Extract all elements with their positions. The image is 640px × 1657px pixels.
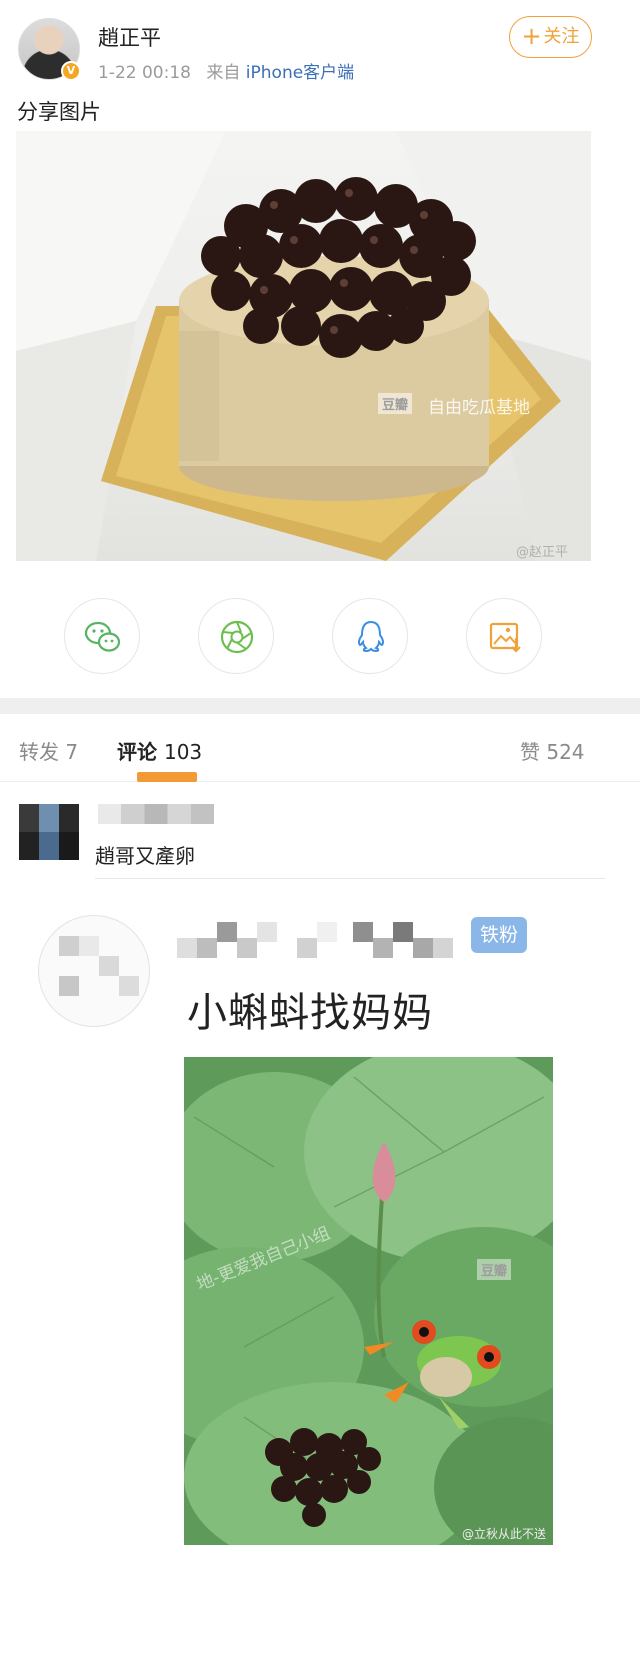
fan-badge: 铁粉: [471, 917, 527, 953]
tab-likes-count: 524: [546, 740, 585, 764]
verified-badge-icon: V: [61, 61, 81, 81]
section-divider: [0, 698, 640, 714]
post-meta: 1-22 00:18 来自 iPhone客户端: [98, 58, 354, 83]
comment-author-blurred[interactable]: [98, 804, 214, 824]
meme-author-blurred: [177, 922, 467, 962]
tab-reposts[interactable]: 转发 7: [19, 736, 78, 765]
tab-likes[interactable]: 赞 524: [520, 736, 585, 765]
share-wechat-button[interactable]: [64, 598, 140, 674]
tab-reposts-label: 转发: [19, 740, 59, 764]
watermark-weibo: @赵正平: [516, 545, 569, 560]
plus-icon: +: [521, 22, 542, 50]
follow-button[interactable]: + 关注: [509, 16, 592, 58]
tab-reposts-count: 7: [65, 740, 79, 764]
interaction-tabs: 转发 7 评论 103 赞 524: [0, 714, 640, 782]
meme-avatar-blurred: [38, 915, 150, 1027]
comment-avatar[interactable]: [19, 804, 79, 860]
meme-image-frog[interactable]: 豆瓣 地-更爱我自己小组 @立秋从此不送范: [184, 1057, 553, 1545]
meme-caption: 小蝌蚪找妈妈: [187, 990, 433, 1036]
watermark-brand: 豆瓣: [378, 393, 413, 414]
save-image-icon: [489, 622, 521, 653]
tab-comments[interactable]: 评论 103: [117, 736, 202, 765]
user-name[interactable]: 趙正平: [98, 22, 161, 52]
cake-photo: [16, 131, 591, 561]
moments-icon: [220, 620, 254, 654]
tab-comments-count: 103: [163, 740, 203, 764]
meme-watermark-brand: 豆瓣: [477, 1259, 512, 1280]
source-prefix: 来自: [206, 63, 241, 83]
post-text: 分享图片: [17, 100, 101, 124]
share-row: [0, 598, 640, 676]
post-header: V 趙正平 1-22 00:18 来自 iPhone客户端 + 关注: [0, 0, 640, 95]
watermark-group: 自由吃瓜基地: [428, 398, 530, 418]
meme-watermark-weibo: @立秋从此不送范: [462, 1527, 547, 1545]
source-link[interactable]: iPhone客户端: [246, 63, 354, 83]
wechat-icon: [84, 621, 121, 652]
post-image-cake[interactable]: 豆瓣 自由吃瓜基地 @赵正平: [16, 131, 591, 561]
save-image-button[interactable]: [466, 598, 542, 674]
share-qq-button[interactable]: [332, 598, 408, 674]
comment-text: 趙哥又產卵: [95, 844, 195, 868]
frog-lotus-photo: [184, 1057, 553, 1545]
follow-label: 关注: [543, 26, 580, 47]
share-moments-button[interactable]: [198, 598, 274, 674]
active-tab-indicator: [137, 772, 197, 782]
qq-icon: [357, 620, 385, 653]
post-timestamp: 1-22 00:18: [98, 63, 191, 83]
comment-divider: [95, 878, 605, 879]
tab-comments-label: 评论: [117, 740, 157, 764]
tab-likes-label: 赞: [520, 740, 540, 764]
